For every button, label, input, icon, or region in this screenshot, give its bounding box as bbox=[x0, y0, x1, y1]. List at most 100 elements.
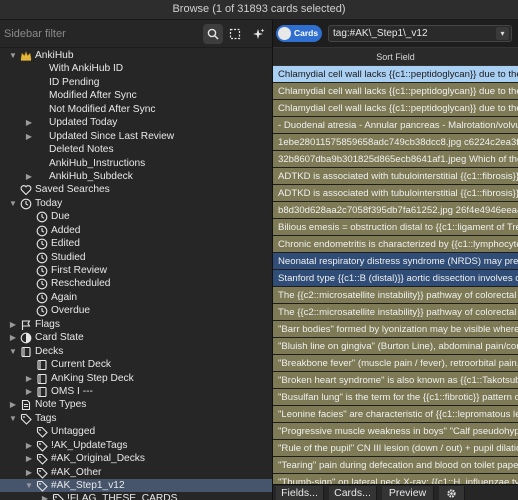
chevron-down-icon[interactable]: ▼ bbox=[8, 412, 18, 425]
note-type-icon bbox=[20, 399, 32, 411]
table-row[interactable]: b8d30d628aa2c7058f395db7fa61252.jpg 26f4… bbox=[273, 202, 518, 219]
table-row[interactable]: "Busulfan lung" is the term for the {{c1… bbox=[273, 389, 518, 406]
chevron-right-icon[interactable]: ▶ bbox=[24, 439, 34, 452]
table-row[interactable]: "Barr bodies" formed by lyonization may … bbox=[273, 321, 518, 338]
table-row[interactable]: "Breakbone fever" (muscle pain / fever),… bbox=[273, 355, 518, 372]
clock-icon bbox=[36, 305, 48, 317]
table-row[interactable]: - Duodenal atresia - Annular pancreas - … bbox=[273, 117, 518, 134]
sidebar-item[interactable]: ▶ AnKing Step Deck bbox=[0, 372, 272, 385]
sidebar-item[interactable]: ▼ AnkiHub bbox=[0, 49, 272, 62]
sidebar-item[interactable]: ▶ !FLAG_THESE_CARDS bbox=[0, 492, 272, 500]
chevron-down-icon[interactable]: ▾ bbox=[496, 27, 509, 40]
table-row[interactable]: Chlamydial cell wall lacks {{c1::peptido… bbox=[273, 66, 518, 83]
sidebar-item[interactable]: ▼ Decks bbox=[0, 345, 272, 358]
cards-button[interactable]: Cards... bbox=[329, 486, 377, 500]
tag-icon bbox=[52, 493, 64, 500]
clock-icon bbox=[36, 292, 48, 304]
sidebar-item[interactable]: ID Pending bbox=[0, 76, 272, 89]
chevron-right-icon[interactable]: ▶ bbox=[24, 372, 34, 385]
sidebar-item[interactable]: ▶ Note Types bbox=[0, 398, 272, 411]
chevron-down-icon[interactable]: ▼ bbox=[8, 49, 18, 62]
table-row[interactable]: "Progressive muscle weakness in boys" "C… bbox=[273, 423, 518, 440]
chevron-down-icon[interactable]: ▼ bbox=[8, 197, 18, 210]
table-row[interactable]: "Bluish line on gingiva" (Burton Line), … bbox=[273, 338, 518, 355]
sidebar-item[interactable]: Studied bbox=[0, 251, 272, 264]
search-row: Cards tag:#AK\_Step1\_v12 ▾ bbox=[273, 20, 518, 47]
fields-button[interactable]: Fields... bbox=[276, 486, 324, 500]
ai-tool-button[interactable] bbox=[248, 24, 268, 44]
cards-notes-toggle[interactable]: Cards bbox=[276, 25, 322, 42]
sidebar-item[interactable]: ▶ !AK_UpdateTags bbox=[0, 439, 272, 452]
sidebar-item[interactable]: ▶ #AK_Other bbox=[0, 466, 272, 479]
sidebar-item[interactable]: ▶ Card State bbox=[0, 331, 272, 344]
sidebar-item-label: Decks bbox=[35, 345, 64, 357]
chevron-right-icon[interactable]: ▶ bbox=[24, 170, 34, 183]
chevron-right-icon[interactable]: ▶ bbox=[8, 398, 18, 411]
search-query-input[interactable]: tag:#AK\_Step1\_v12 ▾ bbox=[328, 25, 512, 42]
sidebar-item[interactable]: Due bbox=[0, 210, 272, 223]
search-tool-button[interactable] bbox=[203, 24, 223, 44]
chevron-right-icon[interactable]: ▶ bbox=[24, 466, 34, 479]
sidebar-item[interactable]: Modified After Sync bbox=[0, 89, 272, 102]
sidebar-item[interactable]: Edited bbox=[0, 237, 272, 250]
chevron-right-icon[interactable]: ▶ bbox=[40, 492, 50, 500]
sidebar-item[interactable]: ▶ #AK_Original_Decks bbox=[0, 452, 272, 465]
sidebar-item[interactable]: Current Deck bbox=[0, 358, 272, 371]
sidebar-item[interactable]: Untagged bbox=[0, 425, 272, 439]
sidebar-item[interactable]: Overdue bbox=[0, 304, 272, 317]
sidebar-item[interactable]: ▶ AnkiHub_Subdeck bbox=[0, 170, 272, 183]
sidebar-item[interactable]: Added bbox=[0, 224, 272, 237]
sidebar-item[interactable]: With AnkiHub ID bbox=[0, 62, 272, 75]
flag-icon bbox=[20, 319, 32, 331]
sidebar: ▼ AnkiHub With AnkiHub IDID Pending Modifie… bbox=[0, 20, 272, 500]
table-row[interactable]: "Rule of the pupil" CN III lesion (down … bbox=[273, 440, 518, 457]
table-row[interactable]: Neonatal respiratory distress syndrome (… bbox=[273, 253, 518, 270]
sidebar-item[interactable]: Saved Searches bbox=[0, 183, 272, 196]
deck-icon bbox=[36, 373, 48, 385]
sidebar-item[interactable]: ▼ Tags bbox=[0, 412, 272, 425]
table-row[interactable]: ADTKD is associated with tubulointerstit… bbox=[273, 185, 518, 202]
table-row[interactable]: 32b8607dba9b301825d865ecb8641af1.jpeg Wh… bbox=[273, 151, 518, 168]
chevron-right-icon[interactable]: ▶ bbox=[24, 130, 34, 143]
sidebar-item[interactable]: ▼ #AK_Step1_v12 bbox=[0, 479, 272, 493]
sidebar-item[interactable]: AnkiHub_Instructions bbox=[0, 157, 272, 170]
sidebar-item[interactable]: First Review bbox=[0, 264, 272, 277]
sidebar-item-label: Current Deck bbox=[51, 359, 112, 371]
chevron-right-icon[interactable]: ▶ bbox=[8, 331, 18, 344]
chevron-down-icon[interactable]: ▼ bbox=[8, 345, 18, 358]
chevron-right-icon[interactable]: ▶ bbox=[24, 385, 34, 398]
sidebar-item[interactable]: ▶ Flags bbox=[0, 318, 272, 331]
sidebar-filter-input[interactable] bbox=[4, 25, 196, 43]
column-header-sort-field[interactable]: Sort Field bbox=[273, 47, 518, 66]
chevron-down-icon[interactable]: ▼ bbox=[24, 479, 34, 492]
table-row[interactable]: Chronic endometritis is characterized by… bbox=[273, 236, 518, 253]
sidebar-item[interactable]: ▶ Updated Today bbox=[0, 116, 272, 129]
sidebar-item[interactable]: Rescheduled bbox=[0, 277, 272, 290]
chevron-right-icon[interactable]: ▶ bbox=[24, 116, 34, 129]
sidebar-item[interactable]: Again bbox=[0, 291, 272, 304]
table-row[interactable]: Chlamydial cell wall lacks {{c1::peptido… bbox=[273, 83, 518, 100]
table-row[interactable]: ADTKD is associated with tubulointerstit… bbox=[273, 168, 518, 185]
tag-icon bbox=[36, 426, 48, 439]
table-row[interactable]: The {{c2::microsatellite instability}} p… bbox=[273, 287, 518, 304]
table-row[interactable]: "Leonine facies" are characteristic of {… bbox=[273, 406, 518, 423]
select-tool-button[interactable] bbox=[225, 24, 245, 44]
sidebar-item-label: #AK_Original_Decks bbox=[51, 453, 145, 465]
table-row[interactable]: "Tearing" pain during defecation and blo… bbox=[273, 457, 518, 474]
sidebar-item[interactable]: Deleted Notes bbox=[0, 143, 272, 156]
table-row[interactable]: 1ebe28011575859658adc749cb38dcc8.jpg c62… bbox=[273, 134, 518, 151]
table-row[interactable]: The {{c2::microsatellite instability}} p… bbox=[273, 304, 518, 321]
sidebar-item[interactable]: ▶ Updated Since Last Review bbox=[0, 130, 272, 143]
chevron-right-icon[interactable]: ▶ bbox=[24, 452, 34, 465]
preview-button[interactable]: Preview bbox=[382, 486, 434, 500]
sidebar-item[interactable]: Not Modified After Sync bbox=[0, 103, 272, 116]
sidebar-item[interactable]: ▶ OMS I --- bbox=[0, 385, 272, 398]
chevron-right-icon[interactable]: ▶ bbox=[8, 318, 18, 331]
sidebar-item[interactable]: ▼ Today bbox=[0, 197, 272, 210]
sidebar-item-label: Today bbox=[35, 197, 63, 209]
table-row[interactable]: Stanford type {{c1::B (distal)}} aortic … bbox=[273, 270, 518, 287]
table-row[interactable]: "Broken heart syndrome" is also known as… bbox=[273, 372, 518, 389]
table-row[interactable]: Chlamydial cell wall lacks {{c1::peptido… bbox=[273, 100, 518, 117]
table-row[interactable]: Bilious emesis = obstruction distal to {… bbox=[273, 219, 518, 236]
settings-button[interactable] bbox=[439, 486, 465, 500]
